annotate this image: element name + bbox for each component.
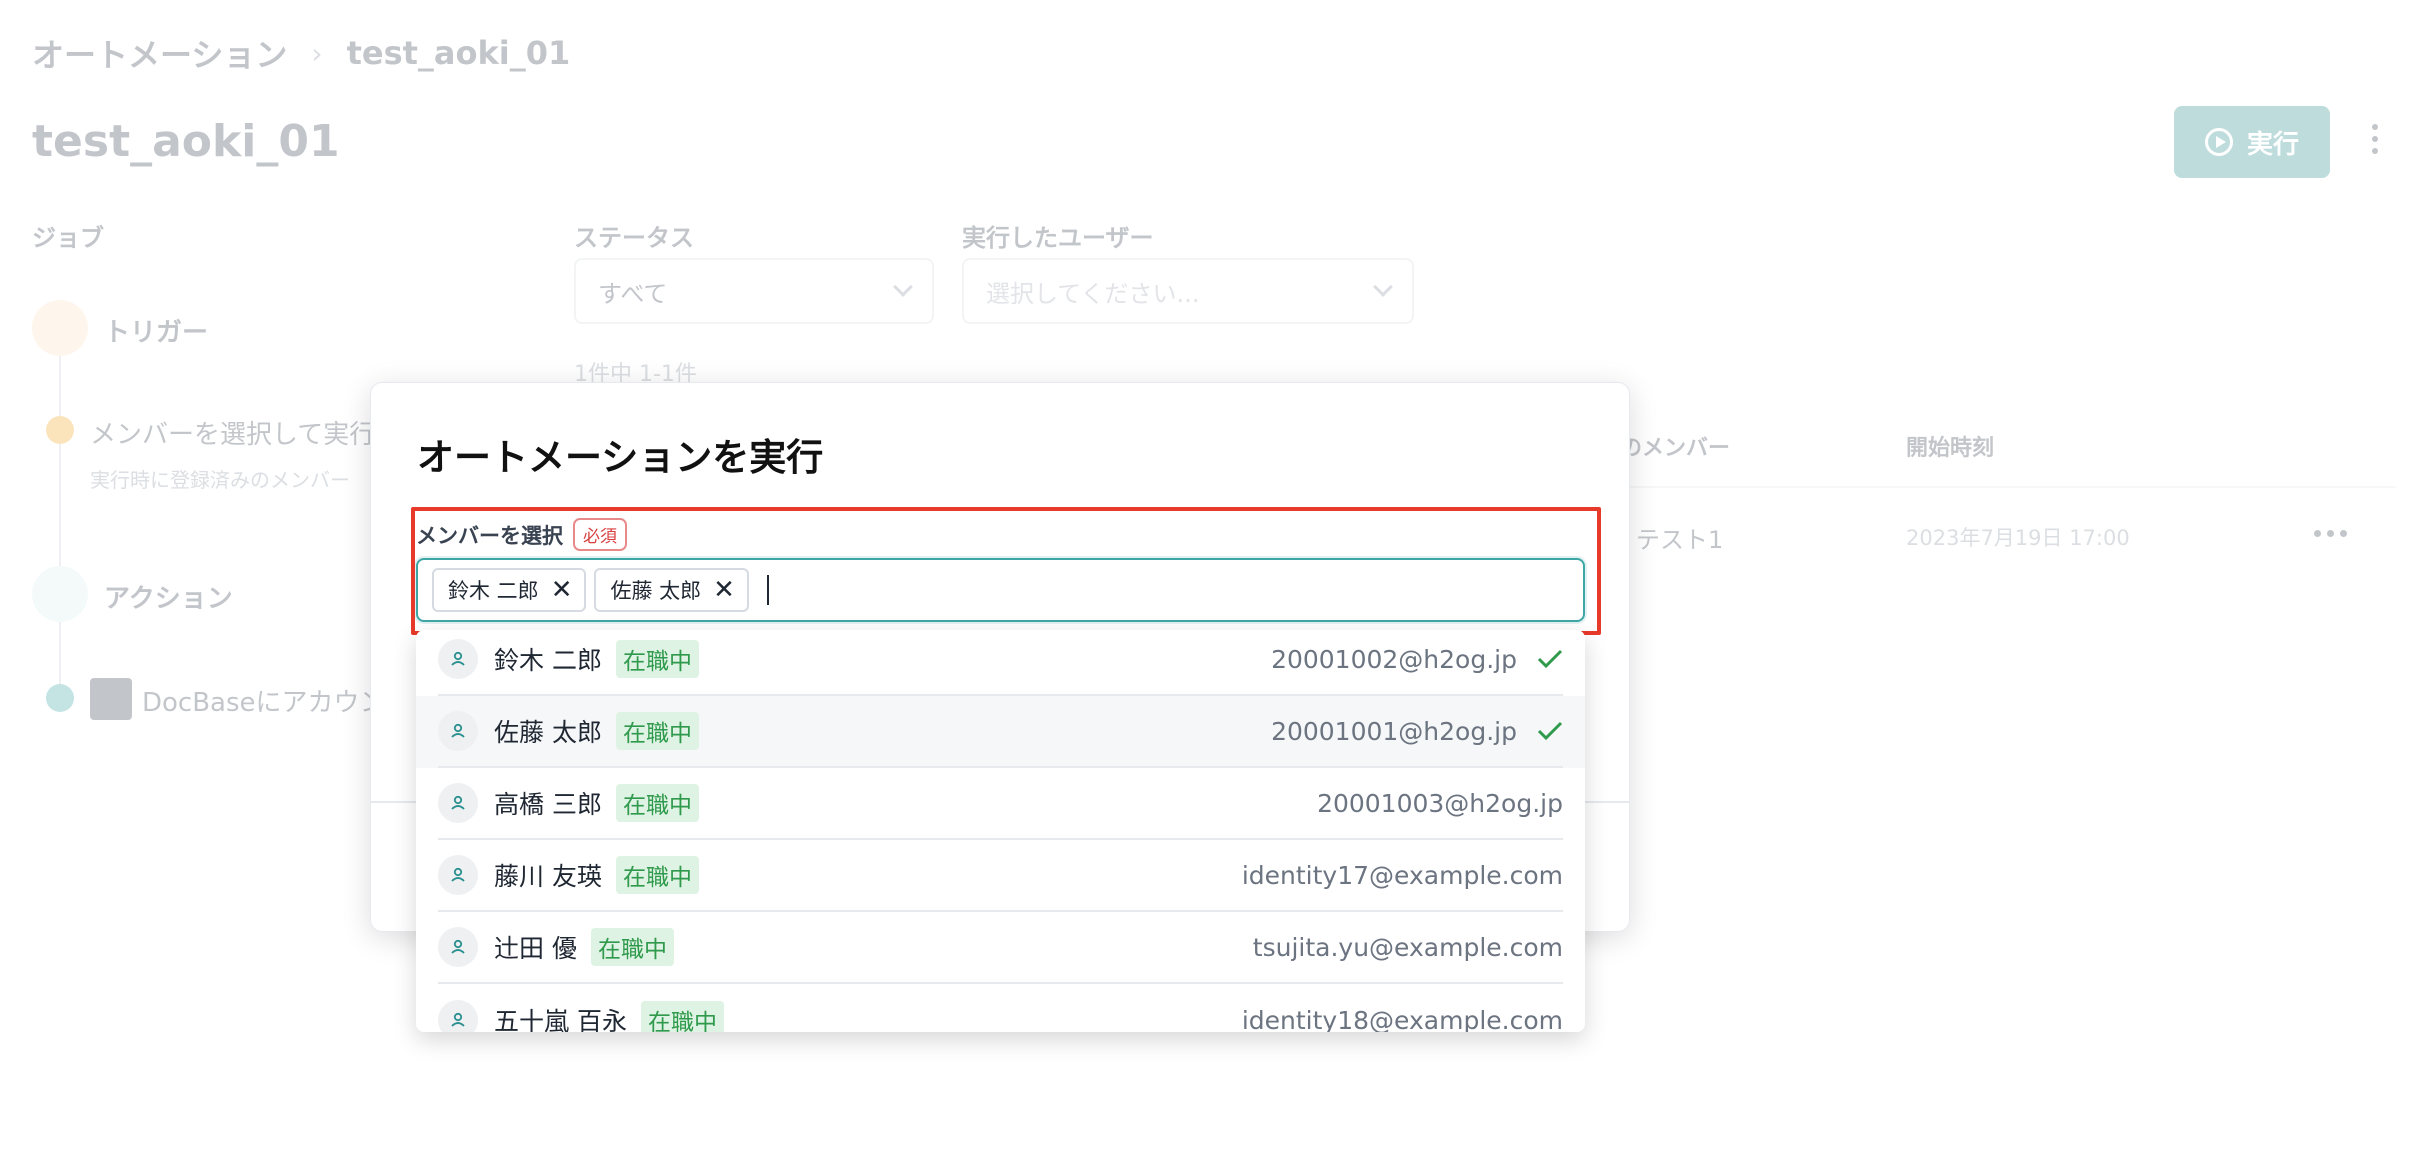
member-option[interactable]: 鈴木 二郎 在職中 20001002@h2og.jp xyxy=(416,630,1585,696)
trigger-item[interactable]: メンバーを選択して実行 xyxy=(90,414,375,451)
status-select-value: すべて xyxy=(598,279,668,308)
user-icon xyxy=(438,639,478,679)
modal-title: オートメーションを実行 xyxy=(417,436,824,479)
member-name: 鈴木 二郎 xyxy=(494,646,602,675)
page-title: test_aoki_01 xyxy=(32,116,340,167)
status-badge: 在職中 xyxy=(615,856,699,894)
status-badge: 在職中 xyxy=(640,1001,724,1032)
user-select[interactable]: 選択してください... xyxy=(962,258,1414,324)
action-dot-icon xyxy=(46,684,74,712)
play-icon xyxy=(32,566,88,622)
member-email: 20001003@h2og.jp xyxy=(1317,788,1563,818)
text-caret[interactable] xyxy=(766,575,769,605)
member-email: identity18@example.com xyxy=(1241,1005,1563,1033)
run-button[interactable]: 実行 xyxy=(2174,106,2330,178)
member-option[interactable]: 藤川 友瑛 在職中 identity17@example.com xyxy=(416,840,1585,912)
breadcrumb-current: test_aoki_01 xyxy=(346,34,571,72)
trigger-sub: 実行時に登録済みのメンバー xyxy=(90,468,350,492)
member-dropdown: 鈴木 二郎 在職中 20001002@h2og.jp 佐藤 太郎 在職中 200… xyxy=(416,630,1585,1032)
trigger-dot-icon xyxy=(46,416,74,444)
status-select[interactable]: すべて xyxy=(574,258,934,324)
checkmark-icon xyxy=(1517,649,1563,669)
more-horizontal-icon[interactable] xyxy=(2314,530,2347,537)
close-icon[interactable]: ✕ xyxy=(713,577,735,603)
chevron-down-icon xyxy=(1373,277,1393,297)
status-badge: 在職中 xyxy=(615,640,699,678)
member-select-label: メンバーを選択 必須 xyxy=(416,518,627,551)
user-icon xyxy=(438,855,478,895)
member-multi-select[interactable]: 鈴木 二郎 ✕ 佐藤 太郎 ✕ xyxy=(416,558,1585,622)
chevron-right-icon: › xyxy=(311,36,323,70)
member-option[interactable]: 五十嵐 百永 在職中 identity18@example.com xyxy=(416,984,1585,1032)
member-email: 20001001@h2og.jp xyxy=(1271,716,1517,746)
member-option[interactable]: 高橋 三郎 在職中 20001003@h2og.jp xyxy=(416,768,1585,840)
status-filter-label: ステータス xyxy=(574,224,694,252)
selected-member-chip: 鈴木 二郎 ✕ xyxy=(432,568,587,612)
selected-member-chip: 佐藤 太郎 ✕ xyxy=(594,568,749,612)
chip-label: 佐藤 太郎 xyxy=(610,579,702,603)
chevron-down-icon xyxy=(893,277,913,297)
close-icon[interactable]: ✕ xyxy=(551,577,573,603)
member-name: 佐藤 太郎 xyxy=(494,718,602,747)
table-divider xyxy=(1620,486,2396,488)
user-icon xyxy=(438,783,478,823)
status-badge: 在職中 xyxy=(590,928,674,966)
user-icon xyxy=(438,1000,478,1032)
member-option[interactable]: 佐藤 太郎 在職中 20001001@h2og.jp xyxy=(416,696,1585,768)
user-select-placeholder: 選択してください... xyxy=(986,279,1200,308)
member-select-label-text: メンバーを選択 xyxy=(416,523,563,548)
run-button-label: 実行 xyxy=(2246,129,2299,160)
row-member: テスト1 xyxy=(1636,526,1724,554)
hand-pointer-icon xyxy=(32,300,88,356)
member-name: 五十嵐 百永 xyxy=(494,1007,627,1032)
row-start-time: 2023年7月19日 17:00 xyxy=(1906,526,2130,550)
jobs-section-label: ジョブ xyxy=(32,224,104,252)
action-item[interactable]: DocBaseにアカウン xyxy=(142,682,386,719)
play-icon xyxy=(2204,128,2233,156)
trigger-label: トリガー xyxy=(104,318,209,348)
member-email: tsujita.yu@example.com xyxy=(1252,932,1563,962)
member-email: identity17@example.com xyxy=(1241,860,1563,890)
user-icon xyxy=(438,711,478,751)
checkmark-icon xyxy=(1517,721,1563,741)
chip-label: 鈴木 二郎 xyxy=(448,579,539,603)
user-icon xyxy=(438,927,478,967)
column-member: のメンバー xyxy=(1620,436,1731,461)
column-start-time: 開始時刻 xyxy=(1906,436,1995,461)
member-name: 高橋 三郎 xyxy=(494,790,602,819)
status-badge: 在職中 xyxy=(615,712,699,750)
job-timeline xyxy=(59,340,61,700)
docbase-icon xyxy=(90,678,132,720)
breadcrumb-root[interactable]: オートメーション xyxy=(32,30,287,76)
more-vertical-icon[interactable] xyxy=(2372,124,2382,154)
status-badge: 在職中 xyxy=(615,784,699,822)
user-filter-label: 実行したユーザー xyxy=(962,224,1154,252)
member-name: 藤川 友瑛 xyxy=(494,862,602,891)
breadcrumb: オートメーション › test_aoki_01 xyxy=(32,30,570,76)
required-badge: 必須 xyxy=(573,518,627,551)
member-option[interactable]: 辻田 優 在職中 tsujita.yu@example.com xyxy=(416,912,1585,984)
action-label: アクション xyxy=(104,584,233,614)
member-email: 20001002@h2og.jp xyxy=(1271,644,1517,674)
member-name: 辻田 優 xyxy=(494,934,577,963)
